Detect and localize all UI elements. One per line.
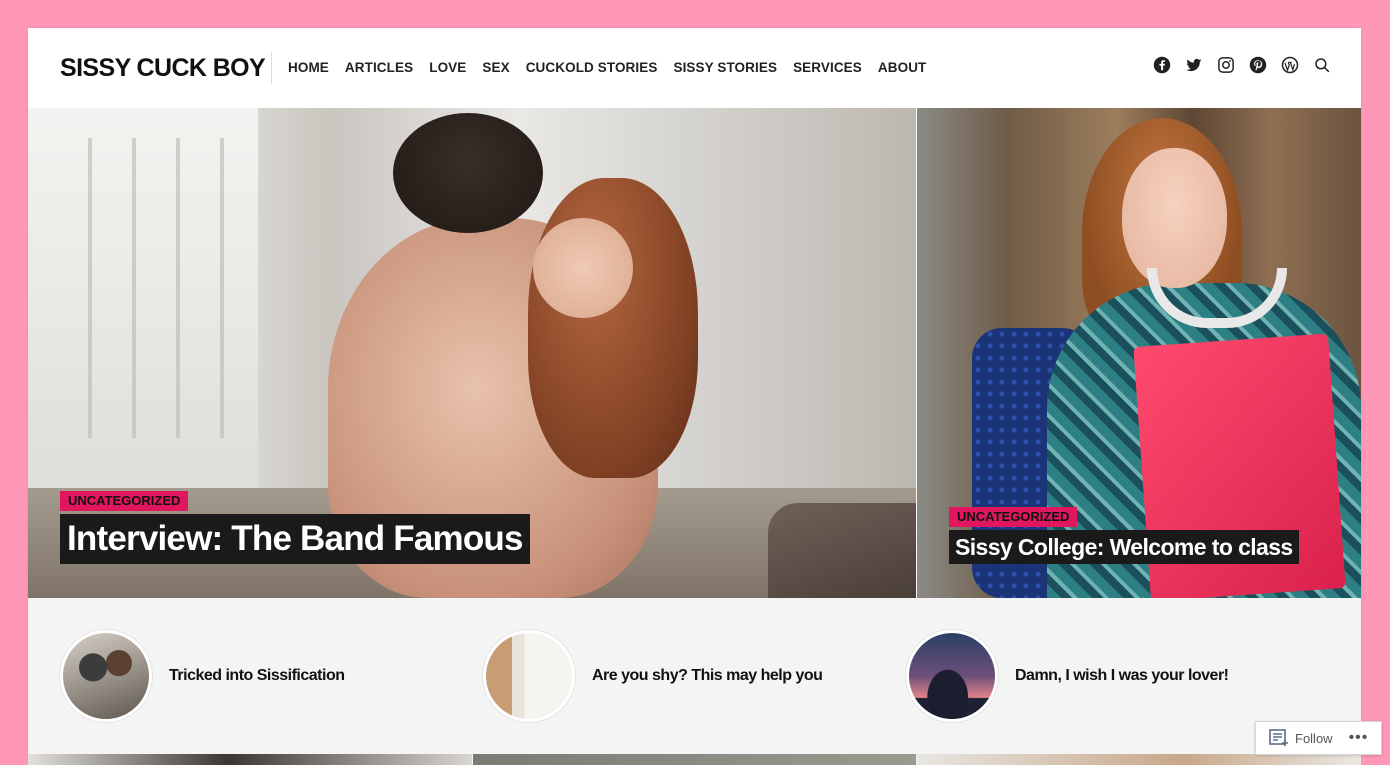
facebook-icon[interactable] <box>1153 56 1171 74</box>
search-icon[interactable] <box>1313 56 1331 74</box>
post-thumbnail[interactable] <box>906 630 998 722</box>
post-item[interactable]: Damn, I wish I was your lover! <box>906 630 1229 722</box>
post-grid-preview-image[interactable] <box>917 754 1361 765</box>
follow-label: Follow <box>1295 730 1333 746</box>
hero-image-chair <box>768 503 916 598</box>
nav-item-articles[interactable]: ARTICLES <box>345 58 413 78</box>
site-header: SISSY CUCK BOY HOME ARTICLES LOVE SEX CU… <box>28 28 1361 108</box>
main-nav: HOME ARTICLES LOVE SEX CUCKOLD STORIES S… <box>288 58 942 78</box>
recent-posts: Tricked into Sissification Are you shy? … <box>28 598 1361 765</box>
hero-image-person-face <box>1122 148 1227 288</box>
post-title[interactable]: Tricked into Sissification <box>169 667 345 685</box>
post-item[interactable]: Tricked into Sissification <box>60 630 345 722</box>
wordpress-icon[interactable] <box>1281 56 1299 74</box>
post-title[interactable]: Damn, I wish I was your lover! <box>1015 667 1229 685</box>
nav-item-sex[interactable]: SEX <box>482 58 509 78</box>
nav-item-home[interactable]: HOME <box>288 58 329 78</box>
category-badge[interactable]: UNCATEGORIZED <box>949 507 1078 527</box>
hero-image-window-bars <box>48 138 228 438</box>
nav-item-cuckold-stories[interactable]: CUCKOLD STORIES <box>526 58 658 78</box>
header-divider <box>271 52 272 84</box>
featured-post-right[interactable]: UNCATEGORIZED Sissy College: Welcome to … <box>917 108 1361 598</box>
twitter-icon[interactable] <box>1185 56 1203 74</box>
featured-post-title[interactable]: Interview: The Band Famous <box>60 514 530 564</box>
category-badge[interactable]: UNCATEGORIZED <box>60 491 189 511</box>
hero-image-figure-face <box>533 218 633 318</box>
nav-item-sissy-stories[interactable]: SISSY STORIES <box>673 58 777 78</box>
nav-item-about[interactable]: ABOUT <box>878 58 927 78</box>
nav-item-services[interactable]: SERVICES <box>793 58 862 78</box>
featured-post-left[interactable]: UNCATEGORIZED Interview: The Band Famous <box>28 108 916 598</box>
post-thumbnail[interactable] <box>60 630 152 722</box>
follow-button[interactable]: Follow ••• <box>1255 721 1382 755</box>
post-grid-preview <box>28 754 1361 765</box>
reader-icon <box>1269 729 1288 746</box>
site-container: SISSY CUCK BOY HOME ARTICLES LOVE SEX CU… <box>28 28 1361 765</box>
post-grid-preview-image[interactable] <box>472 754 917 765</box>
hero-image-figure-hair <box>528 178 698 478</box>
post-item[interactable]: Are you shy? This may help you <box>483 630 823 722</box>
social-links <box>1153 56 1331 74</box>
more-options-button[interactable]: ••• <box>1349 730 1369 746</box>
post-grid-preview-image[interactable] <box>28 754 472 765</box>
site-title[interactable]: SISSY CUCK BOY <box>60 52 266 84</box>
post-thumbnail[interactable] <box>483 630 575 722</box>
hero-image-figure-head <box>393 113 543 233</box>
featured-post-title[interactable]: Sissy College: Welcome to class <box>949 530 1299 564</box>
instagram-icon[interactable] <box>1217 56 1235 74</box>
nav-item-love[interactable]: LOVE <box>429 58 466 78</box>
post-title[interactable]: Are you shy? This may help you <box>592 667 823 685</box>
pinterest-icon[interactable] <box>1249 56 1267 74</box>
